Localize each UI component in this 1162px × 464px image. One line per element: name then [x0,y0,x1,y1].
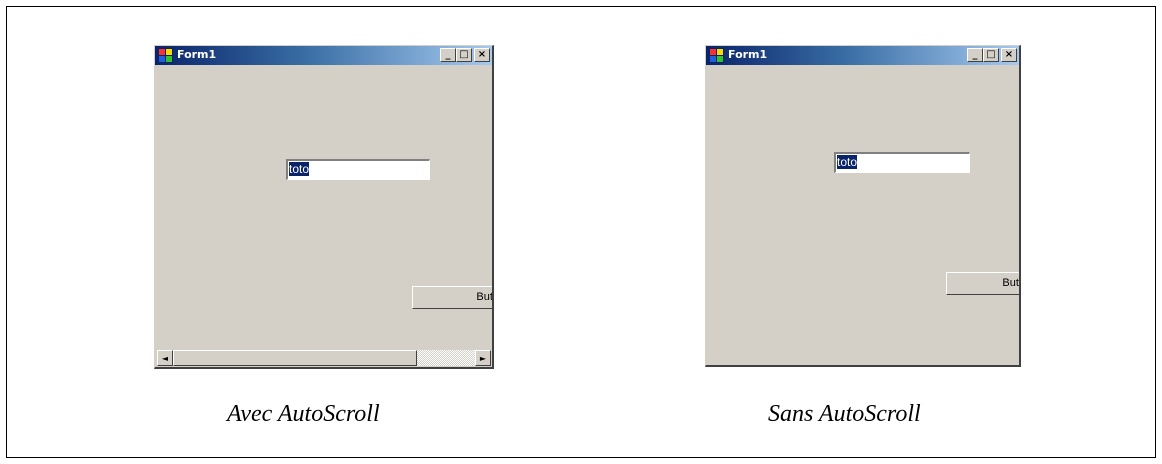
window-title: Form1 [728,48,768,61]
form-window-no-autoscroll: Form1 _ □ × toto Butt [705,45,1021,367]
form-window-autoscroll: Form1 _ □ × toto Butt ◄ ► [154,45,494,369]
horizontal-scrollbar[interactable]: ◄ ► [157,350,491,367]
text-input[interactable]: toto [834,152,970,173]
button-1[interactable]: Butt [946,272,1019,295]
caption-sans-autoscroll: Sans AutoScroll [768,401,921,427]
button-1[interactable]: Butt [412,286,492,309]
text-input-value: toto [289,162,310,176]
text-input[interactable]: toto [286,159,430,180]
close-button[interactable]: × [1001,48,1017,62]
scroll-left-arrow-icon[interactable]: ◄ [157,350,173,366]
scrollbar-track[interactable] [417,350,475,366]
figure-frame: Form1 _ □ × toto Butt ◄ ► [6,6,1156,458]
scrollbar-thumb[interactable] [173,350,417,366]
form-app-icon [709,48,724,63]
title-bar[interactable]: Form1 _ □ × [706,46,1019,65]
close-button[interactable]: × [474,48,490,62]
text-input-value: toto [837,155,858,169]
minimize-button[interactable]: _ [440,48,456,62]
form-app-icon [158,48,173,63]
scroll-right-arrow-icon[interactable]: ► [475,350,491,366]
minimize-button[interactable]: _ [967,48,983,62]
maximize-button[interactable]: □ [983,48,999,62]
title-bar[interactable]: Form1 _ □ × [155,46,492,65]
window-title: Form1 [177,48,217,61]
maximize-button[interactable]: □ [456,48,472,62]
caption-avec-autoscroll: Avec AutoScroll [227,401,380,427]
